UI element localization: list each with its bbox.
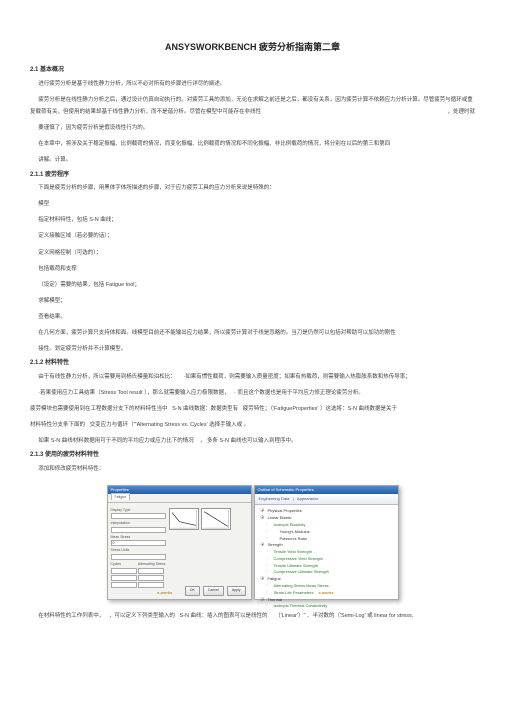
text: 疲劳特性；（'FatigueProperties' ）这选将：S-N 曲线数据是… xyxy=(243,406,397,412)
tree-leaf[interactable]: Tensile Yield Strength xyxy=(260,549,393,556)
para: 材料特性分支条下面的 交变应力与循环（"'Alternating Stress … xyxy=(30,419,475,431)
para: 下面是疲劳分析的步骤，用黑体字体所描述的步骤，对于应力疲劳工具的应力分析来说是特… xyxy=(30,182,475,194)
properties-dialog: Properties Fatigue Display Type Interpol… xyxy=(107,485,252,600)
tree-leaf[interactable]: Young's Modulus xyxy=(260,529,393,536)
tree-node[interactable]: Linear Elastic xyxy=(260,515,393,522)
section-211: 2.1.1 疲劳程序 xyxy=(30,171,475,181)
tab-strip: Engineering Data | Appearance xyxy=(255,494,398,505)
apply-button[interactable]: Apply xyxy=(227,586,246,596)
text: 疲劳模块也需要使用到在工程数据分支下的材料特性当中 xyxy=(30,406,168,412)
tree-node[interactable]: Strength xyxy=(260,542,393,549)
tree-node[interactable]: Thermal xyxy=(260,597,393,604)
text: 交变应力与循环（"'Alternating Stress vs. Cycles'… xyxy=(90,422,250,428)
text: ·若果使用应力工具结果（Stress Tool result ），那么就需要输入… xyxy=(38,390,229,396)
list-item: 求解模型； xyxy=(38,295,475,307)
engineering-data-dialog: Outline of Schematic Properties Engineer… xyxy=(254,485,399,600)
list-item: 包括载荷和支撑 xyxy=(38,263,475,275)
cycles-input[interactable] xyxy=(111,582,137,588)
stress-units-select[interactable] xyxy=(111,554,166,560)
para: ·若果使用应力工具结果（Stress Tool result ），那么就需要输入… xyxy=(30,387,475,399)
tree-leaf[interactable]: Compressive Ultimate Strength xyxy=(260,569,393,576)
para: 接性。划定疲劳分析并不计算模型。 xyxy=(30,343,475,355)
section-213: 2.1.3 使用的疲劳材料特性 xyxy=(30,451,475,461)
tree-node[interactable]: Physical Properties xyxy=(260,508,393,515)
text: 在材料特性的工作列表中， xyxy=(38,613,104,619)
text: （'Linear'）" 、半对数的（'Semi-Log' 或 linear fo… xyxy=(275,613,413,619)
cycles-input[interactable] xyxy=(111,568,137,574)
material-tree[interactable]: Physical Properties Linear Elastic Isotr… xyxy=(255,505,398,613)
para: 要谨慎了，因为疲劳分析是假设线性行为的。 xyxy=(30,122,475,134)
text: ·如果有惯性载荷，则需要输入质量密度；如果有热载荷，则需要输入热膨胀系数和热传导… xyxy=(183,374,410,380)
para: 由于有线性静力分析，所以需要用到杨氏模量和泊松比： ·如果有惯性载荷，则需要输入… xyxy=(30,371,475,383)
para: 进行疲劳分析是基于线性静力分析，所以不必对所有的步骤进行详尽的阐述。 xyxy=(30,78,475,90)
dialog-right-col xyxy=(169,508,248,590)
sn-chart-thumb xyxy=(201,508,231,530)
text: S-N 曲线数据：数据类型有 xyxy=(172,406,238,412)
text: S-N 曲线：插入的图表可以是线性的 xyxy=(179,613,267,619)
para: 在几何方面，疲劳计算只支持体和面。线模型目前还不能输出应力结果，所以疲劳计算对于… xyxy=(30,327,475,339)
eworks-logo: e-works xyxy=(318,590,333,596)
text: 材料特性分支条下面的 xyxy=(30,422,85,428)
margin-note: ，处理时就 xyxy=(439,106,475,118)
cancel-button[interactable]: Cancel xyxy=(203,586,224,596)
altstress-input[interactable] xyxy=(138,575,164,581)
list-item: （设定）需要的结果，包括 Fatigue tool； xyxy=(38,279,475,291)
tree-leaf[interactable]: Poisson's Ratio xyxy=(260,536,393,543)
list-item: 定义网格控制（可选的）； xyxy=(38,247,475,259)
label: Alternating Stress xyxy=(138,562,166,568)
para: 疲劳模块也需要使用到在工程数据分支下的材料特性当中 S-N 曲线数据：数据类型有… xyxy=(30,403,475,415)
tree-leaf[interactable]: Compressive Yield Strength xyxy=(260,556,393,563)
ok-button[interactable]: OK xyxy=(185,586,200,596)
altstress-input[interactable] xyxy=(138,568,164,574)
text: 疲劳分析是在线性静力分析之后，通过设计仿真自动执行的。对疲劳工具的添加，无论在求… xyxy=(30,97,473,115)
section-21: 2.1 基本概况 xyxy=(30,66,475,76)
cycles-input[interactable] xyxy=(111,575,137,581)
tab-appearance[interactable]: Appearance xyxy=(297,496,319,501)
para: 在材料特性的工作列表中， ，可以定义下列类型输入的 S-N 曲线：插入的图表可以… xyxy=(30,610,475,622)
figure-container: Properties Fatigue Display Type Interpol… xyxy=(30,485,475,600)
text: ，可以定义下列类型输入的 xyxy=(109,613,175,619)
tree-leaf[interactable]: Isotropic Thermal Conductivity xyxy=(260,603,393,610)
display-type-select[interactable] xyxy=(111,513,166,519)
text: · 而且这个数据也是用于平均应力修正理论疲劳分析。 xyxy=(234,390,364,396)
para: 添加和修改疲劳材料特性： xyxy=(30,463,475,475)
mean-stress-input[interactable]: 0 xyxy=(111,540,166,546)
tree-leaf[interactable]: Tensile Ultimate Strength xyxy=(260,563,393,570)
text: 多条 S-N 曲线也可以输入到程序中。 xyxy=(207,438,297,444)
list-item: 定义接触区域（若必要的话）； xyxy=(38,230,475,242)
altstress-input[interactable] xyxy=(138,582,164,588)
sn-chart-thumb xyxy=(169,508,199,530)
para: 如果 S-N 曲线材料数据用可于不同的平均应力或应力比下的情况 ， 多条 S-N… xyxy=(30,435,475,447)
para: 讲解。计算。 xyxy=(30,154,475,166)
section-212: 2.1.2 材料特性 xyxy=(30,359,475,369)
dialog-titlebar: Outline of Schematic Properties xyxy=(255,486,398,494)
tree-leaf[interactable]: Isotropic Elasticity xyxy=(260,522,393,529)
tab-engdata[interactable]: Engineering Data xyxy=(259,496,290,501)
page-title: ANSYSWORKBENCH 疲劳分析指南第二章 xyxy=(30,40,475,54)
text: 如果 S-N 曲线材料数据用可于不同的平均应力或应力比下的情况 xyxy=(38,438,194,444)
list-item: 查看结果。 xyxy=(38,311,475,323)
tab-strip: Fatigue xyxy=(108,494,251,503)
tree-node[interactable]: Fatigue xyxy=(260,576,393,583)
dialog-left-col: Display Type Interpolation Mean Stress 0… xyxy=(111,508,166,590)
list-item: 指定材料特性，包括 S-N 曲线； xyxy=(38,214,475,226)
para: 疲劳分析是在线性静力分析之后，通过设计仿真自动执行的。对疲劳工具的添加，无论在求… xyxy=(30,94,475,118)
eworks-logo: e-works xyxy=(157,590,172,596)
para: 在本章中，将涉及关于稳定振幅、比例载荷的情况，而变化振幅、比例载荷的情况和不同化… xyxy=(30,138,475,150)
dialog-body: Display Type Interpolation Mean Stress 0… xyxy=(108,505,251,593)
tab-fatigue[interactable]: Fatigue xyxy=(111,493,131,500)
label: Cycles xyxy=(111,562,122,568)
interpolation-select[interactable] xyxy=(111,527,166,533)
text: 由于有线性静力分析，所以需要用到杨氏模量和泊松比： xyxy=(38,374,176,380)
list-item: 模型 xyxy=(38,198,475,210)
